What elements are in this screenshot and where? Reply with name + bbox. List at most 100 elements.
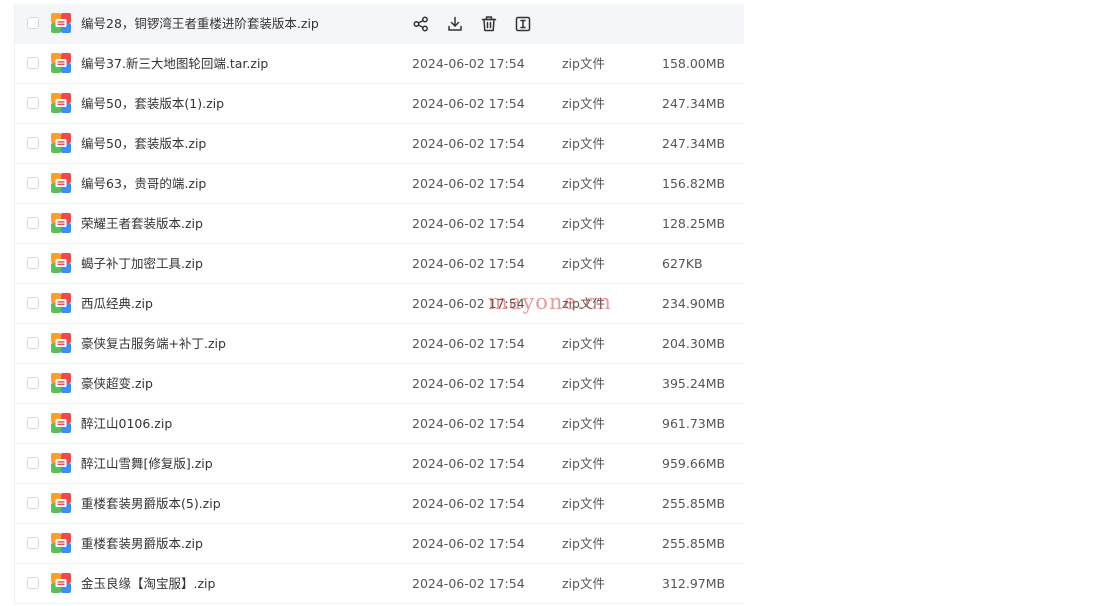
delete-icon[interactable] <box>480 15 498 33</box>
file-type: zip文件 <box>562 376 605 391</box>
file-name[interactable]: 豪侠超变.zip <box>81 364 153 404</box>
file-type: zip文件 <box>562 536 605 551</box>
file-name[interactable]: 金玉良缘【淘宝服】.zip <box>81 564 215 604</box>
file-type: zip文件 <box>562 416 605 431</box>
file-row[interactable]: 醉江山雪舞[修复版].zip 2024-06-02 17:54 zip文件 95… <box>15 444 744 484</box>
zip-file-icon <box>51 133 71 153</box>
row-checkbox[interactable] <box>27 537 39 549</box>
file-mtime: 2024-06-02 17:54 <box>412 56 525 71</box>
row-checkbox[interactable] <box>27 17 39 29</box>
file-mtime: 2024-06-02 17:54 <box>412 256 525 271</box>
zip-file-icon <box>51 173 71 193</box>
file-type: zip文件 <box>562 56 605 71</box>
row-checkbox[interactable] <box>27 417 39 429</box>
zip-file-icon <box>51 53 71 73</box>
row-checkbox[interactable] <box>27 297 39 309</box>
file-name[interactable]: 醉江山雪舞[修复版].zip <box>81 444 213 484</box>
zip-file-icon <box>51 373 71 393</box>
file-size: 247.34MB <box>662 96 726 111</box>
file-size: 204.30MB <box>662 336 726 351</box>
row-checkbox[interactable] <box>27 577 39 589</box>
download-icon[interactable] <box>446 15 464 33</box>
zip-file-icon <box>51 213 71 233</box>
row-checkbox[interactable] <box>27 97 39 109</box>
file-name[interactable]: 重楼套装男爵版本(5).zip <box>81 484 221 524</box>
file-size: 255.85MB <box>662 536 726 551</box>
file-type: zip文件 <box>562 96 605 111</box>
file-type: zip文件 <box>562 296 605 311</box>
zip-file-icon <box>51 533 71 553</box>
row-checkbox[interactable] <box>27 497 39 509</box>
file-mtime: 2024-06-02 17:54 <box>412 376 525 391</box>
row-checkbox[interactable] <box>27 257 39 269</box>
file-row[interactable]: 重楼套装男爵版本(5).zip 2024-06-02 17:54 zip文件 2… <box>15 484 744 524</box>
file-mtime: 2024-06-02 17:54 <box>412 416 525 431</box>
file-row[interactable]: 西瓜经典.zip 2024-06-02 17:54 zip文件 234.90MB <box>15 284 744 324</box>
file-size: 158.00MB <box>662 56 726 71</box>
file-name[interactable]: 编号28，铜锣湾王者重楼进阶套装版本.zip <box>81 4 319 44</box>
file-name[interactable]: 编号50，套装版本.zip <box>81 124 206 164</box>
row-checkbox[interactable] <box>27 217 39 229</box>
file-size: 312.97MB <box>662 576 726 591</box>
zip-file-icon <box>51 253 71 273</box>
file-type: zip文件 <box>562 336 605 351</box>
file-type: zip文件 <box>562 576 605 591</box>
file-row[interactable]: 编号50，套装版本.zip 2024-06-02 17:54 zip文件 247… <box>15 124 744 164</box>
row-checkbox[interactable] <box>27 57 39 69</box>
file-row[interactable]: 编号50，套装版本(1).zip 2024-06-02 17:54 zip文件 … <box>15 84 744 124</box>
file-type: zip文件 <box>562 136 605 151</box>
file-size: 234.90MB <box>662 296 726 311</box>
file-row[interactable]: 编号28，铜锣湾王者重楼进阶套装版本.zip <box>15 4 744 44</box>
row-checkbox[interactable] <box>27 337 39 349</box>
row-checkbox[interactable] <box>27 377 39 389</box>
file-name[interactable]: 豪侠复古服务端+补丁.zip <box>81 324 226 364</box>
row-actions <box>412 15 532 33</box>
file-row[interactable]: 醉江山0106.zip 2024-06-02 17:54 zip文件 961.7… <box>15 404 744 444</box>
file-mtime: 2024-06-02 17:54 <box>412 136 525 151</box>
file-row[interactable]: 重楼套装男爵版本.zip 2024-06-02 17:54 zip文件 255.… <box>15 524 744 564</box>
file-mtime: 2024-06-02 17:54 <box>412 176 525 191</box>
file-name[interactable]: 醉江山0106.zip <box>81 404 172 444</box>
zip-file-icon <box>51 493 71 513</box>
file-name[interactable]: 荣耀王者套装版本.zip <box>81 204 203 244</box>
zip-file-icon <box>51 333 71 353</box>
file-size: 959.66MB <box>662 456 726 471</box>
file-mtime: 2024-06-02 17:54 <box>412 296 525 311</box>
rename-icon[interactable] <box>514 15 532 33</box>
file-size: 128.25MB <box>662 216 726 231</box>
file-mtime: 2024-06-02 17:54 <box>412 456 525 471</box>
file-name[interactable]: 编号37.新三大地图轮回端.tar.zip <box>81 44 268 84</box>
file-row[interactable]: 金玉良缘【淘宝服】.zip 2024-06-02 17:54 zip文件 312… <box>15 564 744 604</box>
file-row[interactable]: 豪侠复古服务端+补丁.zip 2024-06-02 17:54 zip文件 20… <box>15 324 744 364</box>
share-icon[interactable] <box>412 15 430 33</box>
file-row[interactable]: 蝎子补丁加密工具.zip 2024-06-02 17:54 zip文件 627K… <box>15 244 744 284</box>
file-row[interactable]: 编号63，贵哥的端.zip 2024-06-02 17:54 zip文件 156… <box>15 164 744 204</box>
file-name[interactable]: 编号50，套装版本(1).zip <box>81 84 224 124</box>
file-size: 627KB <box>662 256 703 271</box>
file-type: zip文件 <box>562 256 605 271</box>
row-checkbox[interactable] <box>27 137 39 149</box>
file-mtime: 2024-06-02 17:54 <box>412 576 525 591</box>
file-size: 247.34MB <box>662 136 726 151</box>
file-row[interactable]: 编号37.新三大地图轮回端.tar.zip 2024-06-02 17:54 z… <box>15 44 744 84</box>
file-mtime: 2024-06-02 17:54 <box>412 496 525 511</box>
file-size: 395.24MB <box>662 376 726 391</box>
file-row[interactable]: 荣耀王者套装版本.zip 2024-06-02 17:54 zip文件 128.… <box>15 204 744 244</box>
zip-file-icon <box>51 413 71 433</box>
zip-file-icon <box>51 93 71 113</box>
row-checkbox[interactable] <box>27 457 39 469</box>
file-name[interactable]: 西瓜经典.zip <box>81 284 153 324</box>
file-name[interactable]: 重楼套装男爵版本.zip <box>81 524 203 564</box>
file-size: 156.82MB <box>662 176 726 191</box>
file-row[interactable]: 豪侠超变.zip 2024-06-02 17:54 zip文件 395.24MB <box>15 364 744 404</box>
row-checkbox[interactable] <box>27 177 39 189</box>
file-name[interactable]: 编号63，贵哥的端.zip <box>81 164 206 204</box>
file-type: zip文件 <box>562 176 605 191</box>
file-size: 961.73MB <box>662 416 726 431</box>
file-name[interactable]: 蝎子补丁加密工具.zip <box>81 244 203 284</box>
file-mtime: 2024-06-02 17:54 <box>412 336 525 351</box>
file-size: 255.85MB <box>662 496 726 511</box>
zip-file-icon <box>51 453 71 473</box>
file-list: 编号28，铜锣湾王者重楼进阶套装版本.zip 编号37.新三大地图轮回端.tar… <box>14 4 744 604</box>
file-type: zip文件 <box>562 456 605 471</box>
